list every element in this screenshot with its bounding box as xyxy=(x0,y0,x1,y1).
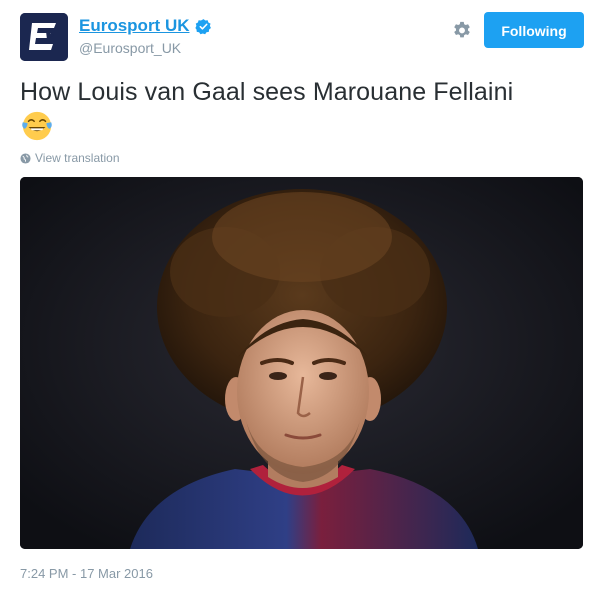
photo-footballer-with-afro-hair xyxy=(20,177,583,549)
account-handle[interactable]: @Eurosport_UK xyxy=(79,40,181,56)
eurosport-logo-icon xyxy=(20,13,68,61)
tweet-timestamp[interactable]: 7:24 PM - 17 Mar 2016 xyxy=(20,566,153,581)
view-translation-link[interactable]: View translation xyxy=(20,151,120,165)
display-name[interactable]: Eurosport UK xyxy=(79,16,190,36)
tweet-text: How Louis van Gaal sees Marouane Fellain… xyxy=(20,78,514,106)
account-name-row[interactable]: Eurosport UK xyxy=(79,16,212,36)
following-button[interactable]: Following xyxy=(484,12,584,48)
tweet-card: Eurosport UK @Eurosport_UK Following How… xyxy=(0,0,600,597)
gear-icon[interactable] xyxy=(451,20,473,42)
tweet-photo[interactable] xyxy=(20,177,583,549)
account-avatar[interactable] xyxy=(20,13,68,61)
face-with-tears-of-joy-icon xyxy=(22,111,52,141)
globe-icon xyxy=(20,152,31,164)
view-translation-label[interactable]: View translation xyxy=(35,151,120,165)
verified-badge-icon xyxy=(194,18,211,34)
